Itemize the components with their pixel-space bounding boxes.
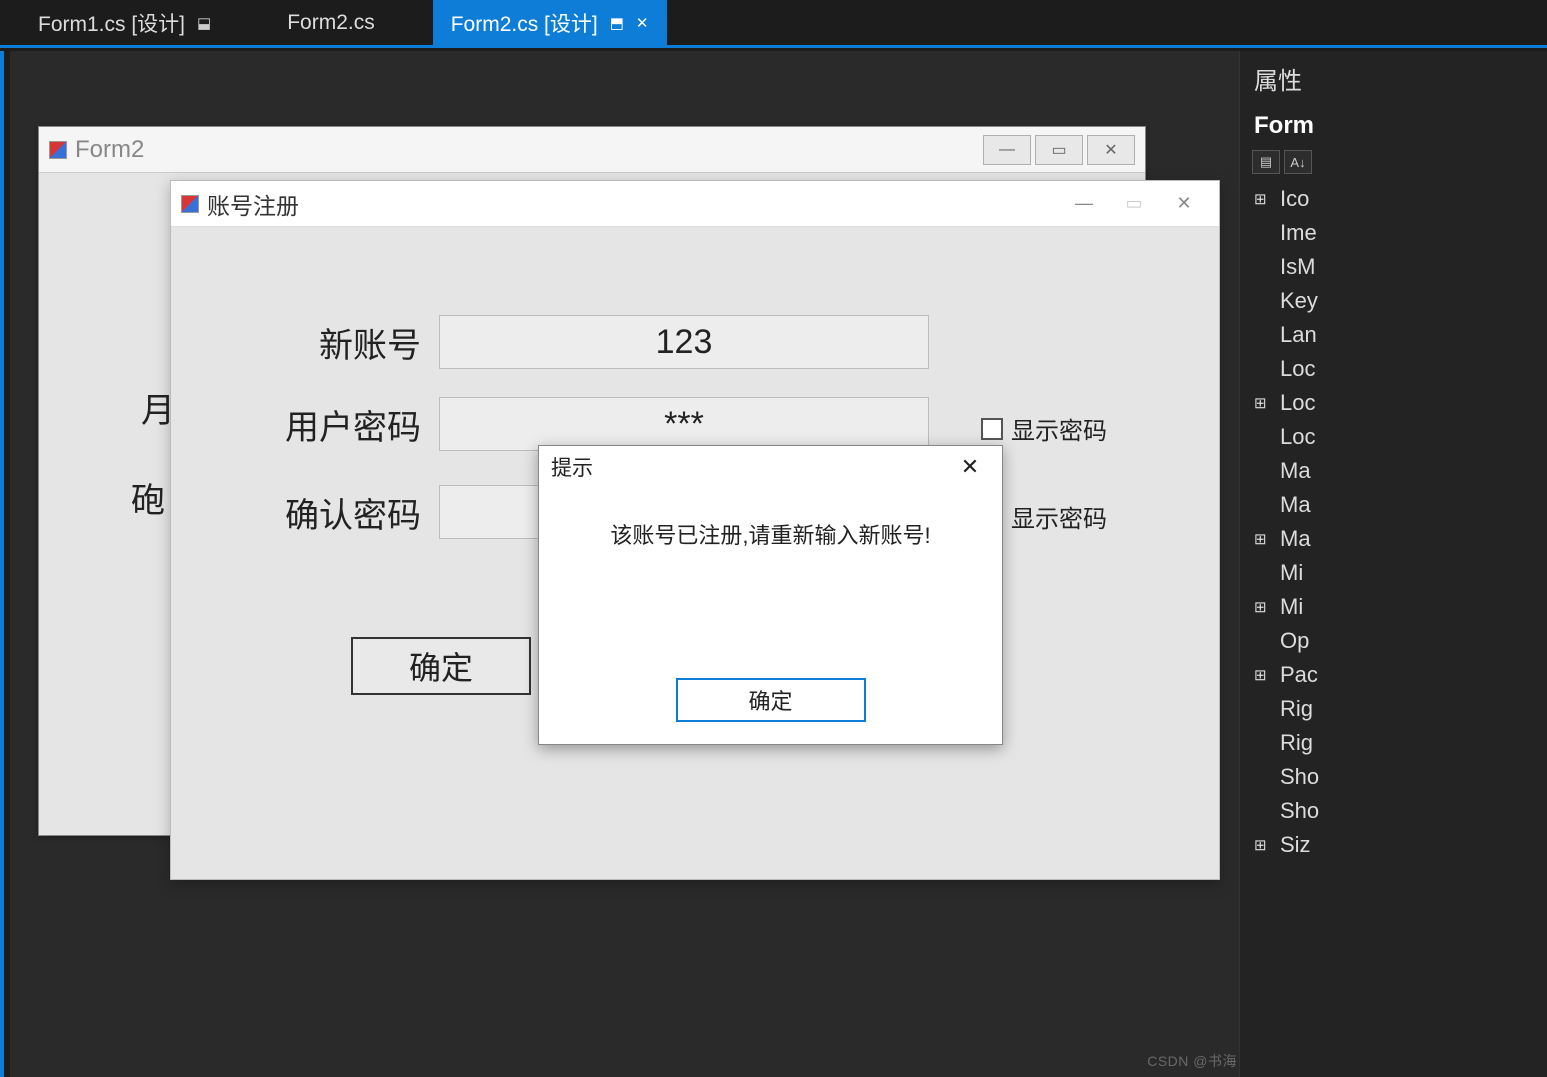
property-row[interactable]: Ime: [1240, 216, 1547, 250]
property-label: Ime: [1280, 220, 1317, 246]
property-row[interactable]: Loc: [1240, 420, 1547, 454]
property-row[interactable]: ⊞ Loc: [1240, 386, 1547, 420]
account-input[interactable]: [439, 315, 929, 369]
messagebox-titlebar[interactable]: 提示 ✕: [539, 446, 1002, 488]
property-label: Ma: [1280, 526, 1311, 552]
alpha-sort-button[interactable]: A↓: [1284, 150, 1312, 174]
confirm-label: 确认密码: [241, 488, 421, 537]
messagebox-title: 提示: [551, 452, 950, 482]
close-icon[interactable]: ✕: [950, 454, 990, 480]
tab-form2-code[interactable]: Form2.cs: [269, 0, 393, 45]
property-label: Loc: [1280, 356, 1315, 382]
expand-icon[interactable]: ⊞: [1254, 530, 1272, 548]
property-label: Op: [1280, 628, 1309, 654]
ok-label: 确定: [748, 684, 792, 716]
property-label: Ico: [1280, 186, 1309, 212]
close-button[interactable]: ✕: [1159, 187, 1209, 221]
tab-form1-design[interactable]: Form1.cs [设计] ⬓: [20, 0, 229, 45]
property-label: Lan: [1280, 322, 1317, 348]
form2-title: Form2: [75, 136, 144, 164]
submit-button[interactable]: 确定: [351, 637, 531, 695]
property-label: Loc: [1280, 390, 1315, 416]
property-label: Pac: [1280, 662, 1318, 688]
tab-label: Form1.cs [设计]: [38, 8, 185, 38]
property-label: Ma: [1280, 458, 1311, 484]
checkbox-icon[interactable]: [981, 418, 1003, 440]
property-row[interactable]: Lan: [1240, 318, 1547, 352]
left-rail: [0, 51, 10, 1077]
show-password-label: 显示密码: [1011, 411, 1107, 446]
expand-icon[interactable]: ⊞: [1254, 190, 1272, 208]
account-row: 新账号: [241, 315, 929, 369]
properties-list[interactable]: ⊞ Ico Ime IsM Key Lan Loc ⊞ Loc Loc Ma Ma ⊞ Ma Mi ⊞ Mi Op…: [1240, 178, 1547, 866]
close-button[interactable]: ✕: [1087, 135, 1135, 165]
submit-label: 确定: [409, 643, 473, 689]
property-label: Siz: [1280, 832, 1311, 858]
app-icon: [181, 195, 199, 213]
property-row[interactable]: Rig: [1240, 726, 1547, 760]
tab-bar: Form1.cs [设计] ⬓ Form2.cs Form2.cs [设计] ⬒…: [0, 0, 1547, 48]
bg-label-confirm: 砲: [131, 473, 165, 522]
ok-button[interactable]: 确定: [676, 678, 866, 722]
tab-label: Form2.cs: [287, 11, 375, 35]
categorize-button[interactable]: ▤: [1252, 150, 1280, 174]
property-row[interactable]: Op: [1240, 624, 1547, 658]
property-row[interactable]: Rig: [1240, 692, 1547, 726]
password-input[interactable]: [439, 397, 929, 451]
tab-label: Form2.cs [设计]: [451, 8, 598, 38]
properties-toolbar: ▤ A↓: [1240, 146, 1547, 178]
property-label: Mi: [1280, 560, 1303, 586]
property-label: Rig: [1280, 696, 1313, 722]
property-row[interactable]: Mi: [1240, 556, 1547, 590]
properties-title: 属性: [1240, 51, 1547, 106]
property-row[interactable]: ⊞ Siz: [1240, 828, 1547, 862]
property-row[interactable]: ⊞ Ico: [1240, 182, 1547, 216]
app-icon: [49, 141, 67, 159]
properties-panel: 属性 Form ▤ A↓ ⊞ Ico Ime IsM Key Lan Loc ⊞ Loc Loc M…: [1239, 51, 1547, 1077]
messagebox-body: 该账号已注册,请重新输入新账号!: [539, 488, 1002, 550]
maximize-button[interactable]: ▭: [1109, 187, 1159, 221]
registration-title: 账号注册: [207, 187, 299, 221]
form2-titlebar[interactable]: Form2 — ▭ ✕: [39, 127, 1145, 173]
maximize-button[interactable]: ▭: [1035, 135, 1083, 165]
property-row[interactable]: Loc: [1240, 352, 1547, 386]
close-icon[interactable]: ✕: [636, 14, 649, 32]
show-password-1[interactable]: 显示密码: [981, 411, 1107, 446]
property-label: Ma: [1280, 492, 1311, 518]
minimize-button[interactable]: —: [983, 135, 1031, 165]
minimize-button[interactable]: —: [1059, 187, 1109, 221]
property-row[interactable]: ⊞ Pac: [1240, 658, 1547, 692]
properties-object: Form: [1240, 106, 1547, 146]
property-row[interactable]: ⊞ Ma: [1240, 522, 1547, 556]
expand-icon[interactable]: ⊞: [1254, 598, 1272, 616]
watermark: CSDN @书海: [1147, 1051, 1237, 1071]
property-row[interactable]: Ma: [1240, 488, 1547, 522]
expand-icon[interactable]: ⊞: [1254, 836, 1272, 854]
property-row[interactable]: Sho: [1240, 794, 1547, 828]
property-label: Sho: [1280, 798, 1319, 824]
pin-icon[interactable]: ⬓: [197, 14, 211, 32]
password-row: 用户密码: [241, 397, 929, 451]
tab-form2-design[interactable]: Form2.cs [设计] ⬒ ✕: [433, 0, 667, 45]
property-row[interactable]: Key: [1240, 284, 1547, 318]
show-password-label: 显示密码: [1011, 499, 1107, 534]
messagebox-footer: 确定: [539, 678, 1002, 722]
property-label: Rig: [1280, 730, 1313, 756]
password-label: 用户密码: [241, 400, 421, 449]
property-label: Loc: [1280, 424, 1315, 450]
expand-icon[interactable]: ⊞: [1254, 666, 1272, 684]
messagebox: 提示 ✕ 该账号已注册,请重新输入新账号! 确定: [538, 445, 1003, 745]
account-label: 新账号: [241, 318, 421, 367]
registration-titlebar[interactable]: 账号注册 — ▭ ✕: [171, 181, 1219, 227]
property-row[interactable]: Ma: [1240, 454, 1547, 488]
property-label: IsM: [1280, 254, 1315, 280]
property-label: Mi: [1280, 594, 1303, 620]
property-row[interactable]: Sho: [1240, 760, 1547, 794]
pin-icon[interactable]: ⬒: [610, 14, 624, 32]
property-label: Key: [1280, 288, 1318, 314]
expand-icon[interactable]: ⊞: [1254, 394, 1272, 412]
property-label: Sho: [1280, 764, 1319, 790]
property-row[interactable]: ⊞ Mi: [1240, 590, 1547, 624]
property-row[interactable]: IsM: [1240, 250, 1547, 284]
